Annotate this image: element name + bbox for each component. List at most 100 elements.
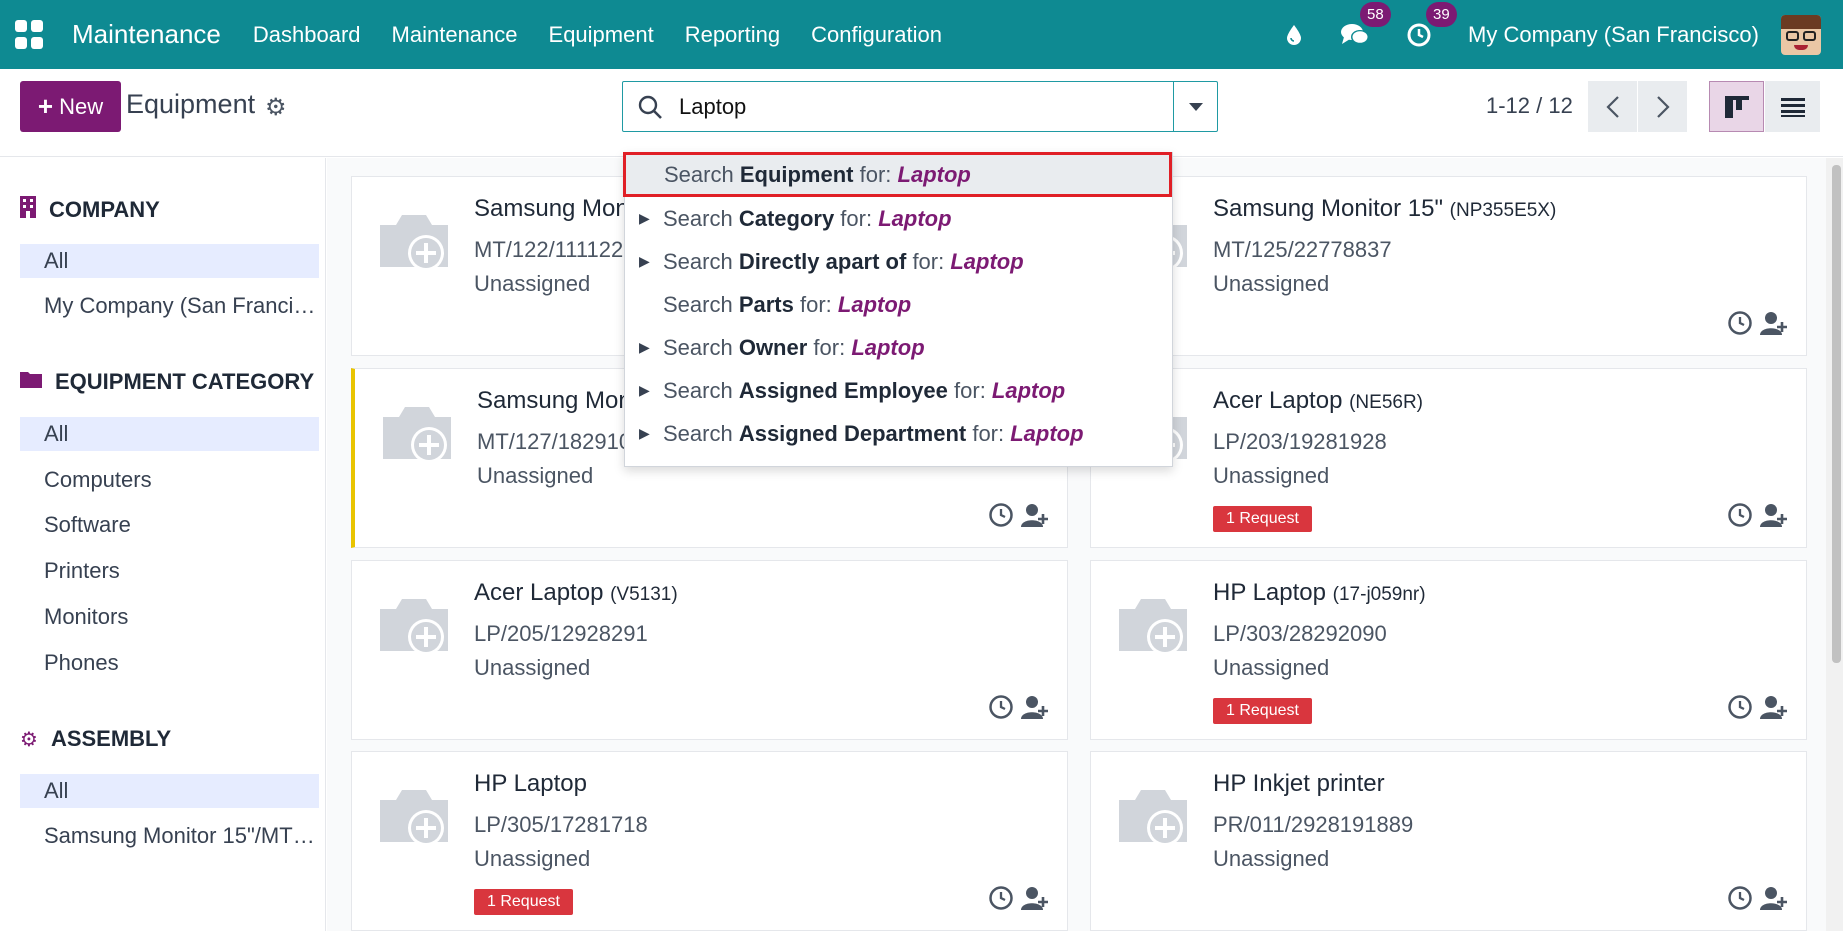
search-option-directly-apart-of[interactable]: ▶ Search Directly apart of for: Laptop <box>625 240 1174 283</box>
activity-clock-icon[interactable]: 39 <box>1406 1 1457 48</box>
equipment-card[interactable]: Samsung Monitor 15" (NP355E5X) MT/125/227… <box>1090 176 1807 356</box>
folder-icon <box>20 370 42 394</box>
chevron-right-icon <box>1656 95 1670 118</box>
sidebar-item-printers[interactable]: Printers <box>20 554 319 588</box>
assign-user-icon[interactable] <box>1021 885 1049 911</box>
pager-value[interactable]: 1-12 / 12 <box>1486 93 1573 119</box>
equipment-reference: LP/305/17281718 <box>474 812 648 837</box>
scrollbar-thumb[interactable] <box>1832 165 1841 663</box>
search-panel: COMPANY All My Company (San Francisco) E… <box>0 158 326 931</box>
equipment-owner: Unassigned <box>474 655 591 680</box>
activity-clock-icon[interactable] <box>988 885 1014 911</box>
equipment-card[interactable]: HP Laptop (17-j059nr) LP/303/28292090 Unas… <box>1090 560 1807 740</box>
caret-right-icon[interactable]: ▶ <box>639 369 650 412</box>
menu-reporting[interactable]: Reporting <box>685 22 780 48</box>
activity-clock-icon[interactable] <box>988 694 1014 720</box>
caret-right-icon[interactable]: ▶ <box>639 197 650 240</box>
request-badge[interactable]: 1 Request <box>1213 506 1312 532</box>
caret-right-icon[interactable]: ▶ <box>639 326 650 369</box>
sidebar-item-company-my-company[interactable]: My Company (San Francisco) <box>20 289 319 323</box>
search-option-assigned-employee[interactable]: ▶ Search Assigned Employee for: Laptop <box>625 369 1174 412</box>
gear-icon: ⚙ <box>20 728 38 751</box>
kanban-icon <box>1724 95 1749 118</box>
sidebar-item-assembly-all[interactable]: All <box>20 774 319 808</box>
main-menu: Dashboard Maintenance Equipment Reportin… <box>241 22 961 48</box>
camera-placeholder-icon <box>374 589 454 659</box>
assembly-section-heading: ⚙ ASSEMBLY <box>20 726 172 751</box>
caret-down-icon <box>1188 102 1203 111</box>
company-section-heading: COMPANY <box>20 196 160 224</box>
menu-dashboard[interactable]: Dashboard <box>253 22 361 48</box>
assign-user-icon[interactable] <box>1760 310 1788 336</box>
sidebar-item-computers[interactable]: Computers <box>20 463 319 497</box>
caret-right-icon[interactable]: ▶ <box>639 240 650 283</box>
activity-clock-icon[interactable] <box>1727 694 1753 720</box>
sidebar-item-monitors[interactable]: Monitors <box>20 600 319 634</box>
search-option-owner[interactable]: ▶ Search Owner for: Laptop <box>625 326 1174 369</box>
sidebar-item-phones[interactable]: Phones <box>20 646 319 680</box>
sidebar-item-software[interactable]: Software <box>20 508 319 542</box>
equipment-reference: LP/203/19281928 <box>1213 429 1387 454</box>
pager-next-button[interactable] <box>1638 81 1687 132</box>
search-option-assigned-department[interactable]: ▶ Search Assigned Department for: Laptop <box>625 412 1174 455</box>
app-name[interactable]: Maintenance <box>72 19 221 50</box>
apps-menu-icon[interactable] <box>15 19 45 50</box>
search-input[interactable] <box>679 91 1079 123</box>
search-bar <box>622 81 1218 132</box>
chat-count-badge: 58 <box>1360 1 1391 27</box>
equipment-owner: Unassigned <box>1213 271 1330 296</box>
control-panel: +New Equipment ⚙ 1-12 / 12 <box>0 69 1843 157</box>
search-options-toggle[interactable] <box>1173 82 1217 131</box>
search-option-equipment[interactable]: Search Equipment for: Laptop <box>623 152 1172 197</box>
chevron-left-icon <box>1605 95 1619 118</box>
menu-maintenance[interactable]: Maintenance <box>392 22 518 48</box>
equipment-card[interactable]: Acer Laptop (V5131) LP/205/12928291 Unassi… <box>351 560 1068 740</box>
list-view-button[interactable] <box>1765 81 1820 132</box>
request-badge[interactable]: 1 Request <box>474 889 573 915</box>
user-avatar[interactable] <box>1781 14 1821 55</box>
caret-right-icon[interactable]: ▶ <box>639 412 650 455</box>
activity-clock-icon[interactable] <box>1727 502 1753 528</box>
activity-count-badge: 39 <box>1426 1 1457 27</box>
top-navbar: Maintenance Dashboard Maintenance Equipm… <box>0 0 1843 69</box>
new-button[interactable]: + New <box>20 81 121 132</box>
search-option-parts[interactable]: Search Parts for: Laptop <box>625 283 1174 326</box>
kanban-view-button[interactable] <box>1709 81 1764 132</box>
drop-icon[interactable] <box>1284 23 1304 47</box>
camera-placeholder-icon <box>374 780 454 850</box>
assign-user-icon[interactable] <box>1760 885 1788 911</box>
sidebar-item-company-all[interactable]: All <box>20 244 319 278</box>
search-icon <box>638 95 662 119</box>
equipment-name: Acer Laptop (V5131) <box>474 579 678 606</box>
equipment-owner: Unassigned <box>1213 655 1330 680</box>
assign-user-icon[interactable] <box>1021 502 1049 528</box>
building-icon <box>20 196 36 224</box>
request-badge[interactable]: 1 Request <box>1213 698 1312 724</box>
search-option-category[interactable]: ▶ Search Category for: Laptop <box>625 197 1174 240</box>
equipment-card[interactable]: HP Laptop LP/305/17281718 Unassigned 1 Req… <box>351 751 1068 931</box>
assign-user-icon[interactable] <box>1021 694 1049 720</box>
sidebar-item-assembly-monitor[interactable]: Samsung Monitor 15"/MT/122/11112222 <box>20 819 319 853</box>
equipment-name: HP Laptop <box>474 770 587 797</box>
activity-clock-icon[interactable] <box>988 502 1014 528</box>
menu-equipment[interactable]: Equipment <box>549 22 654 48</box>
equipment-card[interactable]: HP Inkjet printer PR/011/2928191889 Unass… <box>1090 751 1807 931</box>
list-icon <box>1780 97 1805 117</box>
equipment-name: HP Inkjet printer <box>1213 770 1385 797</box>
category-section-heading: EQUIPMENT CATEGORY <box>20 369 314 395</box>
equipment-owner: Unassigned <box>477 463 594 488</box>
activity-clock-icon[interactable] <box>1727 885 1753 911</box>
search-autocomplete-dropdown: Search Equipment for: Laptop ▶ Search Cate… <box>623 152 1174 467</box>
equipment-card[interactable]: Acer Laptop (NE56R) LP/203/19281928 Unassi… <box>1090 368 1807 548</box>
gear-icon[interactable]: ⚙ <box>265 93 287 122</box>
chat-icon[interactable]: 58 <box>1340 1 1391 48</box>
camera-placeholder-icon <box>1113 780 1193 850</box>
equipment-reference: LP/205/12928291 <box>474 621 648 646</box>
pager-previous-button[interactable] <box>1588 81 1637 132</box>
activity-clock-icon[interactable] <box>1727 310 1753 336</box>
assign-user-icon[interactable] <box>1760 502 1788 528</box>
assign-user-icon[interactable] <box>1760 694 1788 720</box>
sidebar-item-category-all[interactable]: All <box>20 417 319 451</box>
company-switcher[interactable]: My Company (San Francisco) <box>1468 22 1759 48</box>
menu-configuration[interactable]: Configuration <box>811 22 942 48</box>
